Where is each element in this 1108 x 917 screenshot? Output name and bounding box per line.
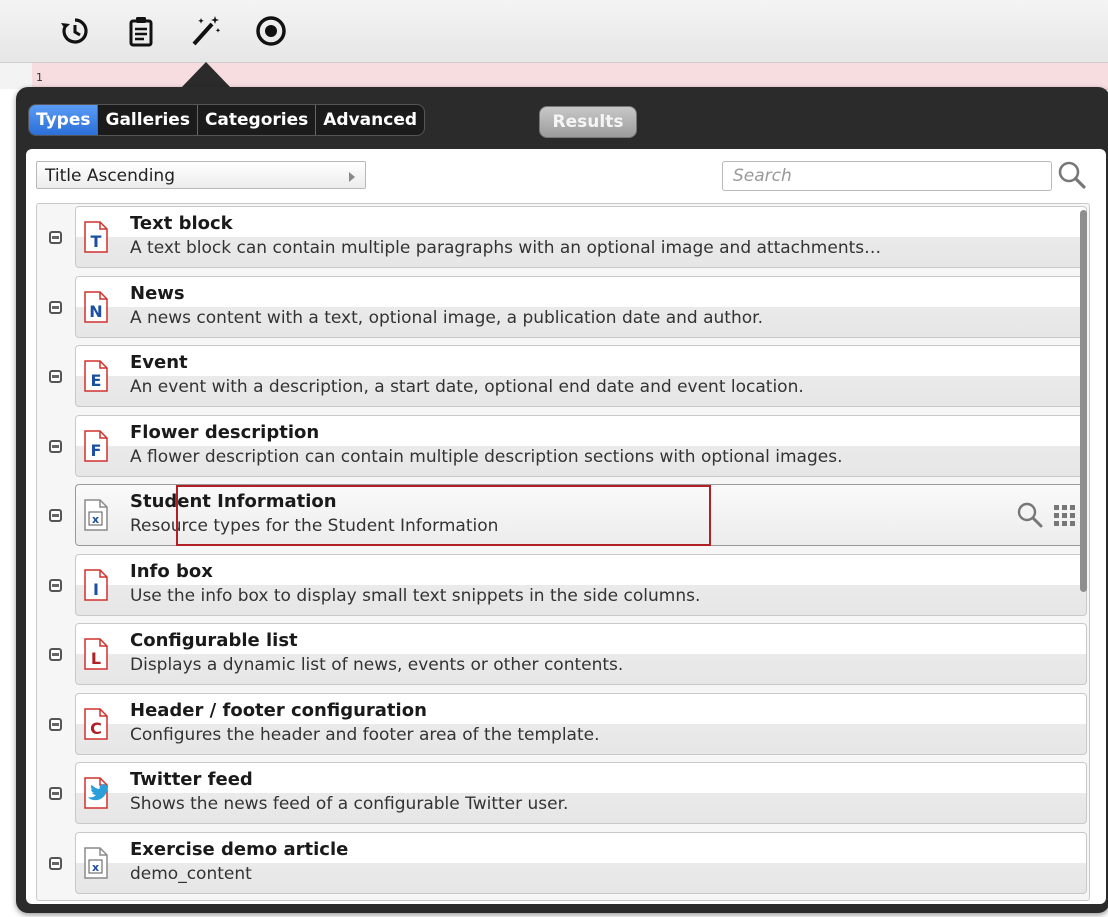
item-description: Use the info box to display small text s… <box>130 585 701 606</box>
document-icon-letter: x <box>92 861 99 874</box>
list-item[interactable]: C Header / footer configuration Configures… <box>37 691 1087 755</box>
type-list: T Text block A text block can contain mult… <box>36 203 1090 901</box>
highlight-box <box>176 485 711 546</box>
type-card[interactable]: L Configurable list Displays a dynamic lis… <box>75 623 1087 685</box>
target-icon[interactable] <box>254 14 288 48</box>
item-title: Event <box>130 352 188 373</box>
document-icon-letter: x <box>92 513 99 526</box>
document-icon: L <box>84 638 108 670</box>
scrollbar-thumb[interactable] <box>1080 210 1087 592</box>
item-description: Configures the header and footer area of… <box>130 724 600 745</box>
tab-galleries[interactable]: Galleries <box>98 105 198 135</box>
item-description: A news content with a text, optional ima… <box>130 307 763 328</box>
tab-bar: Types Galleries Categories Advanced <box>28 104 426 136</box>
type-card[interactable]: I Info box Use the info box to display sma… <box>75 553 1087 616</box>
twitter-document-icon <box>84 777 108 809</box>
document-icon-letter: T <box>91 232 102 251</box>
row-actions <box>1016 501 1078 529</box>
document-icon: E <box>84 360 108 392</box>
type-card[interactable]: F Flower description A flower description … <box>75 414 1087 477</box>
search-icon[interactable] <box>1016 501 1044 529</box>
item-description: A flower description can contain multipl… <box>130 446 843 467</box>
content-panel: Title Ascending T Text block A text block … <box>26 149 1106 904</box>
document-icon-letter: C <box>90 719 102 738</box>
editor-gutter <box>0 63 32 89</box>
list-item[interactable]: N News A news content with a text, optiona… <box>37 274 1087 338</box>
list-item[interactable]: L Configurable list Displays a dynamic lis… <box>37 621 1087 685</box>
item-description: A text block can contain multiple paragr… <box>130 238 882 258</box>
tab-types[interactable]: Types <box>29 105 99 135</box>
document-icon-letter: N <box>89 302 102 321</box>
line-number: 1 <box>36 71 43 84</box>
type-card[interactable]: N News A news content with a text, optiona… <box>75 275 1087 338</box>
chevron-right-icon <box>349 172 355 182</box>
document-icon: F <box>84 429 108 462</box>
tab-categories[interactable]: Categories <box>198 105 317 135</box>
xml-document-icon: x <box>84 846 108 879</box>
row-checkbox[interactable] <box>49 787 62 800</box>
type-card[interactable]: T Text block A text block can contain mult… <box>75 206 1087 268</box>
document-icon-letter: F <box>91 441 102 460</box>
type-card[interactable]: Twitter feed Shows the news feed of a con… <box>75 762 1087 824</box>
sort-select[interactable]: Title Ascending <box>36 161 366 189</box>
top-toolbar <box>0 0 1108 63</box>
search-input[interactable] <box>722 161 1052 191</box>
document-icon-letter: I <box>93 580 99 599</box>
tab-advanced[interactable]: Advanced <box>316 105 424 135</box>
magic-wand-icon[interactable] <box>188 14 222 48</box>
history-icon[interactable] <box>58 14 92 48</box>
type-card[interactable]: E Event An event with a description, a sta… <box>75 345 1087 407</box>
item-title: Configurable list <box>130 630 298 651</box>
dialog-pointer <box>180 62 232 89</box>
search-icon[interactable] <box>1056 159 1088 191</box>
sort-select-value: Title Ascending <box>45 166 175 186</box>
document-icon-letter: E <box>91 371 102 390</box>
list-item[interactable]: x Student Information Resource types for t… <box>37 482 1087 546</box>
type-card[interactable]: x Exercise demo article demo_content <box>75 831 1087 894</box>
row-checkbox[interactable] <box>49 231 62 244</box>
row-checkbox[interactable] <box>49 370 62 383</box>
item-title: News <box>130 282 185 304</box>
item-description: demo_content <box>130 863 252 884</box>
xml-document-icon: x <box>84 499 108 531</box>
item-description: Shows the news feed of a configurable Tw… <box>130 794 569 814</box>
results-button[interactable]: Results <box>539 106 637 138</box>
item-description: Displays a dynamic list of news, events … <box>130 655 624 675</box>
item-title: Exercise demo article <box>130 838 349 860</box>
item-title: Info box <box>130 560 213 582</box>
row-checkbox[interactable] <box>49 509 62 522</box>
row-checkbox[interactable] <box>49 439 62 453</box>
gallery-dialog: Types Galleries Categories Advanced Resu… <box>16 87 1108 913</box>
list-item[interactable]: x Exercise demo article demo_content <box>37 830 1087 894</box>
type-card[interactable]: x Student Information Resource types for t… <box>75 484 1087 546</box>
document-icon: C <box>84 707 108 740</box>
document-icon: T <box>84 221 108 253</box>
item-title: Flower description <box>130 421 320 443</box>
scrollbar[interactable] <box>1079 204 1089 900</box>
grid-handle-icon[interactable] <box>1050 501 1078 529</box>
list-item[interactable]: T Text block A text block can contain mult… <box>37 204 1087 268</box>
document-icon: I <box>84 568 108 601</box>
list-item[interactable]: F Flower description A flower description … <box>37 413 1087 477</box>
item-title: Twitter feed <box>130 769 253 790</box>
row-checkbox[interactable] <box>49 648 62 661</box>
row-checkbox[interactable] <box>49 717 62 731</box>
row-checkbox[interactable] <box>49 300 62 314</box>
type-card[interactable]: C Header / footer configuration Configures… <box>75 692 1087 755</box>
item-description: An event with a description, a start dat… <box>130 377 804 397</box>
list-item[interactable]: Twitter feed Shows the news feed of a con… <box>37 760 1087 824</box>
item-title: Text block <box>130 213 233 234</box>
row-checkbox[interactable] <box>49 578 62 592</box>
item-title: Header / footer configuration <box>130 699 427 721</box>
document-icon: N <box>84 290 108 323</box>
clipboard-icon[interactable] <box>124 14 158 48</box>
document-icon-letter: L <box>91 649 101 668</box>
list-item[interactable]: I Info box Use the info box to display sma… <box>37 552 1087 616</box>
row-checkbox[interactable] <box>49 856 62 870</box>
list-item[interactable]: E Event An event with a description, a sta… <box>37 343 1087 407</box>
